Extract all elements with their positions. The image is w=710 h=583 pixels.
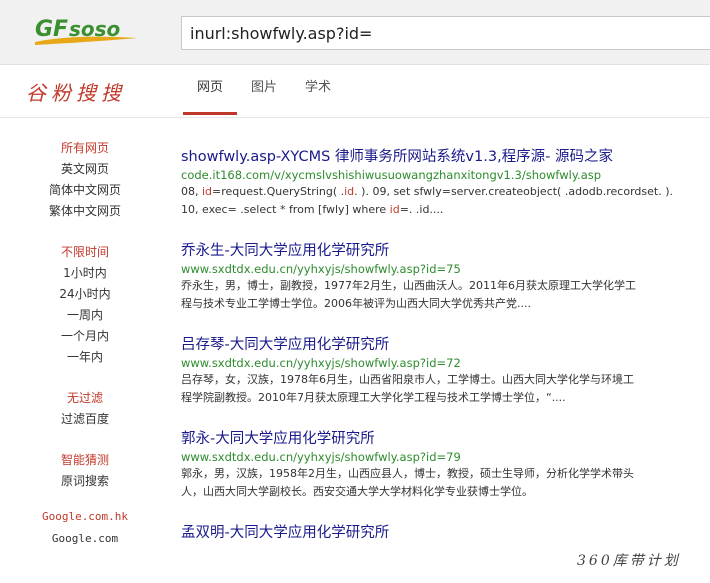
filter-simplified-pages[interactable]: 简体中文网页 (0, 180, 170, 201)
result-title[interactable]: 乔永生-大同大学应用化学研究所 (181, 241, 710, 261)
filter-past-hour[interactable]: 1小时内 (0, 263, 170, 284)
result-title[interactable]: 郭永-大同大学应用化学研究所 (181, 429, 710, 449)
filter-past-24h[interactable]: 24小时内 (0, 284, 170, 305)
result-snippet-line: 程与技术专业工学博士学位。2006年被评为山西大同大学优秀共产党.... (181, 297, 531, 310)
filter-baidu[interactable]: 过滤百度 (0, 409, 170, 430)
result-item: showfwly.asp-XYCMS 律师事务所网站系统v1.3,程序源- 源码… (181, 147, 710, 219)
result-item: 孟双明-大同大学应用化学研究所 (181, 523, 710, 543)
brand-name-cn[interactable]: 谷粉搜搜 (26, 77, 126, 106)
filter-any-time[interactable]: 不限时间 (0, 242, 170, 263)
result-snippet-line: 郭永，男，汉族，1958年2月生，山西应县人，博士，教授，硕士生导师，分析化学学… (181, 467, 634, 480)
filter-none[interactable]: 无过滤 (0, 388, 170, 409)
filter-past-year[interactable]: 一年内 (0, 347, 170, 368)
filter-english-pages[interactable]: 英文网页 (0, 159, 170, 180)
result-snippet-line: 人，山西大同大学副校长。西安交通大学大学材料化学专业获博士学位。 (181, 485, 533, 498)
snippet-highlight: id (389, 203, 400, 216)
snippet-text: =request.QueryString( . (212, 185, 345, 198)
smart-guess[interactable]: 智能猜测 (0, 450, 170, 471)
snippet-text: . ). 09, set sfwly=server.createobject( … (354, 185, 673, 198)
snippet-highlight: id (344, 185, 355, 198)
filter-all-pages[interactable]: 所有网页 (0, 138, 170, 159)
result-url[interactable]: www.sxdtdx.edu.cn/yyhxyjs/showfwly.asp?i… (181, 261, 710, 277)
language-filter-group: 所有网页 英文网页 简体中文网页 繁体中文网页 (0, 138, 170, 222)
site-filter-group: 无过滤 过滤百度 (0, 388, 170, 430)
search-results: showfwly.asp-XYCMS 律师事务所网站系统v1.3,程序源- 源码… (181, 147, 710, 565)
result-item: 吕存琴-大同大学应用化学研究所 www.sxdtdx.edu.cn/yyhxyj… (181, 335, 710, 407)
snippet-text: 08, (181, 185, 202, 198)
result-title[interactable]: 吕存琴-大同大学应用化学研究所 (181, 335, 710, 355)
snippet-text: =. .id.... (399, 203, 444, 216)
search-type-tabs: 网页 图片 学术 (183, 65, 345, 117)
svg-text:soso: soso (69, 17, 121, 41)
result-snippet-line: 吕存琴，女，汉族，1978年6月生，山西省阳泉市人，工学博士。山西大同大学化学与… (181, 373, 634, 386)
svg-text:GF: GF (35, 17, 68, 42)
tab-web[interactable]: 网页 (183, 65, 238, 115)
viewport-cutoff (0, 572, 710, 583)
sub-header: 谷粉搜搜 网页 图片 学术 (0, 65, 710, 118)
result-item: 郭永-大同大学应用化学研究所 www.sxdtdx.edu.cn/yyhxyjs… (181, 429, 710, 501)
result-url[interactable]: www.sxdtdx.edu.cn/yyhxyjs/showfwly.asp?i… (181, 355, 710, 371)
filter-sidebar: 所有网页 英文网页 简体中文网页 繁体中文网页 不限时间 1小时内 24小时内 … (0, 118, 170, 558)
filter-past-week[interactable]: 一周内 (0, 305, 170, 326)
snippet-highlight: id (202, 185, 213, 198)
exact-word-search[interactable]: 原词搜索 (0, 471, 170, 492)
tab-images[interactable]: 图片 (237, 65, 291, 115)
smart-guess-group: 智能猜测 原词搜索 (0, 450, 170, 492)
result-title[interactable]: 孟双明-大同大学应用化学研究所 (181, 523, 710, 543)
result-url[interactable]: code.it168.com/v/xycmslvshishiwusuowangz… (181, 167, 710, 183)
filter-traditional-pages[interactable]: 繁体中文网页 (0, 201, 170, 222)
tab-scholar[interactable]: 学术 (291, 65, 345, 115)
result-snippet-line: 08, id=request.QueryString( .id. ). 09, … (181, 183, 710, 201)
watermark: 360库带计划 (573, 550, 685, 570)
top-header: GF soso (0, 0, 710, 65)
domain-google-com[interactable]: Google.com (0, 528, 170, 550)
filter-past-month[interactable]: 一个月内 (0, 326, 170, 347)
result-snippet-line: 10, exec= .select * from [fwly] where id… (181, 201, 710, 219)
result-url[interactable]: www.sxdtdx.edu.cn/yyhxyjs/showfwly.asp?i… (181, 449, 710, 465)
search-box[interactable] (181, 16, 710, 50)
result-title[interactable]: showfwly.asp-XYCMS 律师事务所网站系统v1.3,程序源- 源码… (181, 147, 710, 167)
snippet-text: 10, exec= .select * from [fwly] where (181, 203, 390, 216)
domain-google-hk[interactable]: Google.com.hk (0, 506, 170, 528)
result-snippet-line: 程学院副教授。2010年7月获太原理工大学化学工程与技术工学博士学位，“.... (181, 391, 566, 404)
time-filter-group: 不限时间 1小时内 24小时内 一周内 一个月内 一年内 (0, 242, 170, 368)
result-item: 乔永生-大同大学应用化学研究所 www.sxdtdx.edu.cn/yyhxyj… (181, 241, 710, 313)
result-snippet-line: 乔永生，男，博士，副教授，1977年2月生，山西曲沃人。2011年6月获太原理工… (181, 279, 636, 292)
gfsoso-logo[interactable]: GF soso (33, 12, 141, 48)
search-input[interactable] (182, 17, 710, 49)
